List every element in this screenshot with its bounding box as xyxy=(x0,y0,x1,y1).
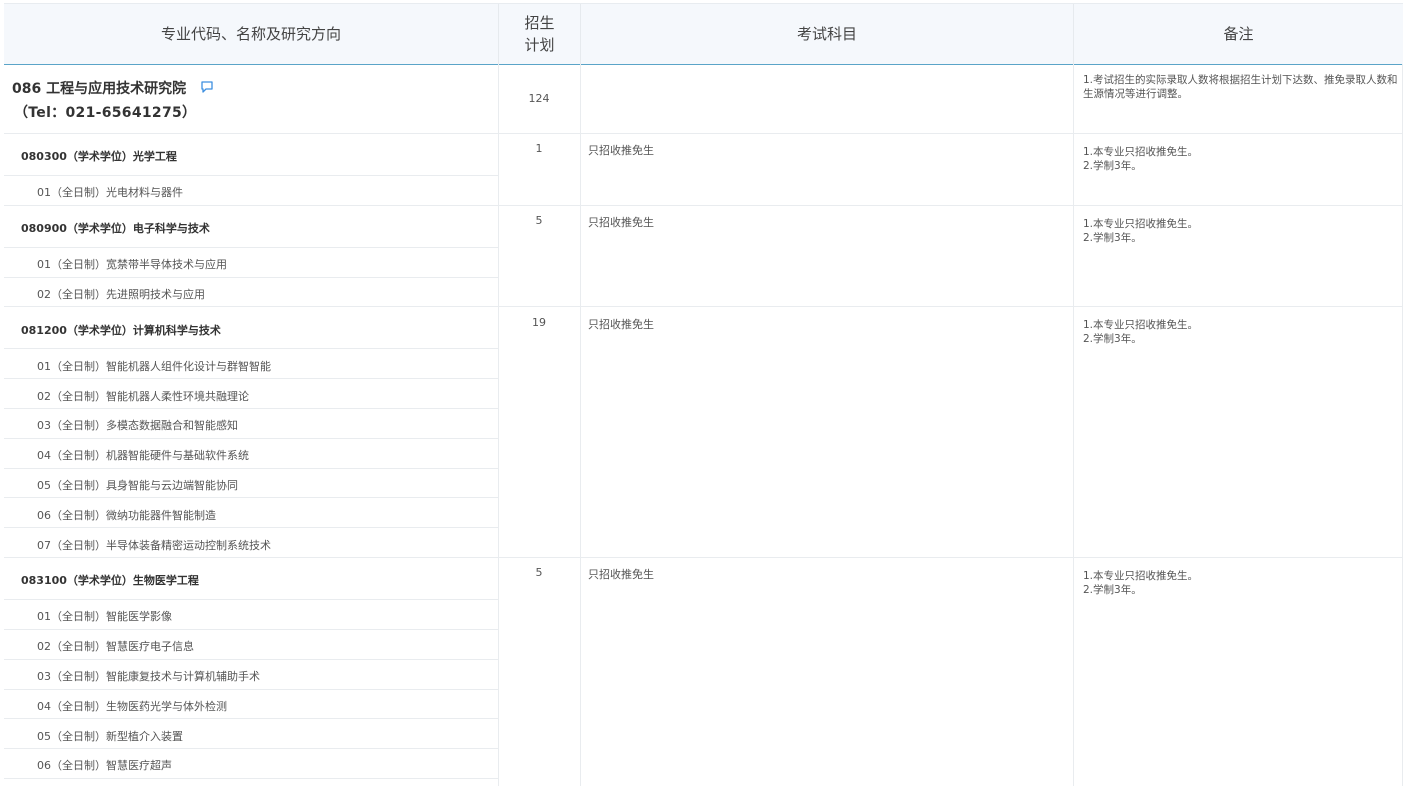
direction-item: 05（全日制）具身智能与云边端智能协同 xyxy=(37,479,238,492)
row-divider xyxy=(4,629,498,630)
major-exam: 只招收推免生 xyxy=(588,318,654,331)
institute-tel: （Tel：021-65641275） xyxy=(14,105,197,121)
row-divider xyxy=(4,408,498,409)
direction-item: 02（全日制）先进照明技术与应用 xyxy=(37,288,205,301)
row-divider xyxy=(4,438,498,439)
header-plan-label-2: 计划 xyxy=(524,36,555,54)
major-note-1: 1.本专业只招收推免生。 xyxy=(1083,570,1199,582)
major-plan: 5 xyxy=(535,214,543,227)
major-title: 081200（学术学位）计算机科学与技术 xyxy=(21,324,221,337)
row-divider xyxy=(4,175,498,176)
column-divider xyxy=(498,64,499,786)
row-divider xyxy=(4,748,498,749)
row-divider xyxy=(4,778,498,779)
direction-item: 06（全日制）微纳功能器件智能制造 xyxy=(37,509,216,522)
header-note-label: 备注 xyxy=(1223,25,1254,43)
column-divider xyxy=(580,64,581,786)
header-exam-column: 考试科目 xyxy=(581,4,1074,64)
column-divider xyxy=(1402,64,1403,786)
row-divider xyxy=(4,497,498,498)
direction-item: 03（全日制）多模态数据融合和智能感知 xyxy=(37,419,238,432)
major-plan: 19 xyxy=(532,316,546,329)
row-divider xyxy=(4,718,498,719)
comment-icon[interactable] xyxy=(200,80,214,94)
row-divider xyxy=(4,247,498,248)
direction-item: 04（全日制）生物医药光学与体外检测 xyxy=(37,700,227,713)
major-note-2: 2.学制3年。 xyxy=(1083,232,1142,244)
direction-item: 06（全日制）智慧医疗超声 xyxy=(37,759,172,772)
major-title: 080300（学术学位）光学工程 xyxy=(21,150,177,163)
row-divider xyxy=(4,659,498,660)
major-plan: 1 xyxy=(535,142,543,155)
column-divider xyxy=(1073,64,1074,786)
header-plan-label-1: 招生 xyxy=(524,14,555,32)
major-note-1: 1.本专业只招收推免生。 xyxy=(1083,218,1199,230)
major-note-2: 2.学制3年。 xyxy=(1083,333,1142,345)
direction-item: 02（全日制）智慧医疗电子信息 xyxy=(37,640,194,653)
direction-item: 03（全日制）智能康复技术与计算机辅助手术 xyxy=(37,670,260,683)
header-plan-column: 招生 计划 xyxy=(499,4,581,64)
direction-item: 07（全日制）半导体装备精密运动控制系统技术 xyxy=(37,539,271,552)
major-exam: 只招收推免生 xyxy=(588,568,654,581)
institute-plan: 124 xyxy=(528,92,550,105)
row-divider xyxy=(4,557,1403,558)
row-divider xyxy=(4,468,498,469)
header-exam-label: 考试科目 xyxy=(796,25,857,43)
major-title: 083100（学术学位）生物医学工程 xyxy=(21,574,199,587)
table-header: 专业代码、名称及研究方向 招生 计划 考试科目 备注 xyxy=(4,3,1403,65)
row-divider xyxy=(4,599,498,600)
major-note-1: 1.本专业只招收推免生。 xyxy=(1083,319,1199,331)
header-note-column: 备注 xyxy=(1074,4,1403,64)
major-plan: 5 xyxy=(535,566,543,579)
direction-item: 01（全日制）智能机器人组件化设计与群智智能 xyxy=(37,360,271,373)
major-exam: 只招收推免生 xyxy=(588,216,654,229)
header-major-label: 专业代码、名称及研究方向 xyxy=(160,25,341,43)
major-note-2: 2.学制3年。 xyxy=(1083,160,1142,172)
major-title: 080900（学术学位）电子科学与技术 xyxy=(21,222,210,235)
row-divider xyxy=(4,205,1403,206)
institute-name: 086 工程与应用技术研究院 xyxy=(12,81,187,97)
row-divider xyxy=(4,527,498,528)
major-note-1: 1.本专业只招收推免生。 xyxy=(1083,146,1199,158)
row-divider xyxy=(4,689,498,690)
institute-note: 1.考试招生的实际录取人数将根据招生计划下达数、推免录取人数和生源情况等进行调整… xyxy=(1083,74,1398,100)
row-divider xyxy=(4,348,498,349)
row-divider xyxy=(4,378,498,379)
direction-item: 01（全日制）宽禁带半导体技术与应用 xyxy=(37,258,227,271)
direction-item: 05（全日制）新型植介入装置 xyxy=(37,730,183,743)
direction-item: 01（全日制）智能医学影像 xyxy=(37,610,172,623)
major-exam: 只招收推免生 xyxy=(588,144,654,157)
direction-item: 01（全日制）光电材料与器件 xyxy=(37,186,183,199)
header-major-column: 专业代码、名称及研究方向 xyxy=(4,4,499,64)
direction-item: 02（全日制）智能机器人柔性环境共融理论 xyxy=(37,390,249,403)
direction-item: 04（全日制）机器智能硬件与基础软件系统 xyxy=(37,449,249,462)
row-divider xyxy=(4,306,1403,307)
row-divider xyxy=(4,277,498,278)
row-divider xyxy=(4,133,1403,134)
major-note-2: 2.学制3年。 xyxy=(1083,584,1142,596)
